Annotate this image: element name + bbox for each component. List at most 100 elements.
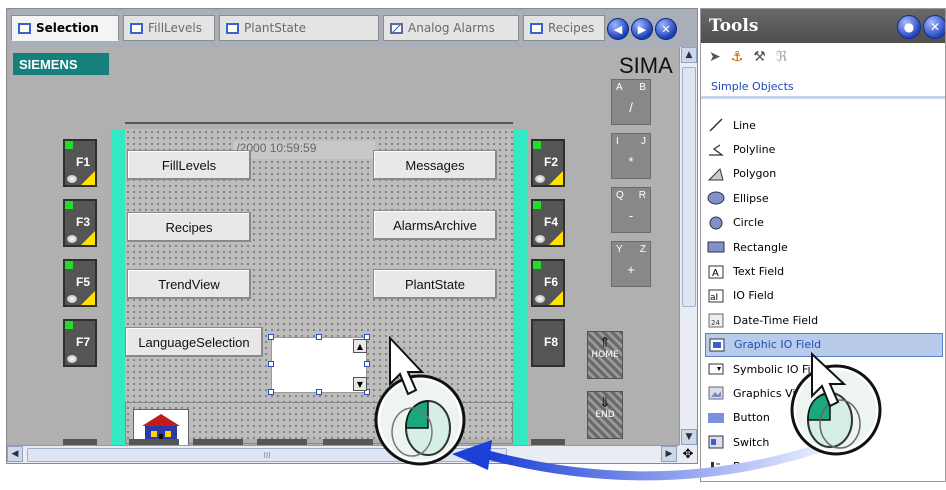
svg-text:aI: aI [710,293,718,303]
line-icon [707,117,725,133]
date-time-field-icon: 24 [707,312,725,328]
tool-item-bar[interactable]: Bar [705,454,943,478]
home-key[interactable]: ⇑ HOME [587,331,623,379]
horizontal-scroll-thumb[interactable]: III [27,448,507,462]
tool-item-text-field[interactable]: A Text Field [705,259,943,283]
screen-canvas[interactable]: SIEMENS SIMA ./2000 10:59:59 F1 F3 F5 F7… [7,47,679,445]
filllevels-button[interactable]: FillLevels [127,150,251,180]
tools-list: Line Polyline Polygon Ellipse Circle Rec… [705,113,943,479]
vertical-scrollbar[interactable]: ▲ ▼ [679,47,697,445]
function-key-f3[interactable]: F3 [63,199,97,247]
pin-icon[interactable]: ● [897,15,921,39]
scroll-down-icon[interactable]: ▼ [681,429,697,445]
tool-item-rectangle[interactable]: Rectangle [705,235,943,259]
section-simple-objects[interactable]: Simple Objects [701,77,945,99]
screen-icon [530,22,543,34]
function-key-f5[interactable]: F5 [63,259,97,307]
tools-panel: Tools ● ✕ ➤ ⚓ ⚒ ℜ Simple Objects Line Po… [700,8,946,482]
tool-item-button[interactable]: Button [705,406,943,430]
resize-handle[interactable] [316,389,322,395]
recipes-button[interactable]: Recipes [127,212,251,242]
tab-scroll-right-button[interactable]: ▶ [631,18,653,40]
screen-editor: Selection FillLevels PlantState Analog A… [6,8,698,464]
function-key-f6[interactable]: F6 [531,259,565,307]
spin-up-icon[interactable]: ▲ [353,339,367,353]
tab-selection[interactable]: Selection [11,15,119,41]
scroll-up-icon[interactable]: ▲ [681,47,697,63]
close-screen-button[interactable]: ✕ [655,18,677,40]
circle-icon [707,215,725,231]
languageselection-button[interactable]: LanguageSelection [125,327,263,357]
led-icon [535,175,545,183]
tool-item-io-field[interactable]: aI IO Field [705,284,943,308]
tool-item-graphics-view[interactable]: Graphics View [705,381,943,405]
scroll-left-icon[interactable]: ◀ [7,446,23,462]
tool-item-polyline[interactable]: Polyline [705,137,943,161]
screen-editor-window: Selection FillLevels PlantState Analog A… [0,0,946,490]
close-tools-button[interactable]: ✕ [923,15,945,39]
resize-handle[interactable] [268,361,274,367]
io-field-icon: aI [707,288,725,304]
anchor-icon[interactable]: ⚓ [731,49,744,71]
button-icon [707,410,725,426]
function-key-f8[interactable]: F8 [531,319,565,367]
horizontal-scrollbar[interactable]: ◀ III ▶ [7,445,679,463]
resize-handle[interactable] [268,389,274,395]
led-icon [67,235,77,243]
tool-item-date-time-field[interactable]: 24 Date-Time Field [705,308,943,332]
font-icon[interactable]: ℜ [776,49,787,71]
scroll-right-icon[interactable]: ▶ [661,446,677,462]
polygon-icon [707,166,725,182]
tab-analog-alarms[interactable]: Analog Alarms [383,15,519,41]
date-time-field[interactable]: ./2000 10:59:59 [233,141,375,159]
device-name-label: SIMA [619,53,673,78]
left-accent-bar [111,129,125,445]
ellipse-icon [707,190,725,206]
tool-item-graphic-io-field[interactable]: Graphic IO Field [705,332,943,357]
tool-item-switch[interactable]: Switch [705,430,943,454]
screen-icon [130,22,143,34]
tool-item-polygon[interactable]: Polygon [705,162,943,186]
divider [125,122,513,124]
keypad-key-ij[interactable]: I J * [611,133,651,179]
plantstate-button[interactable]: PlantState [373,269,497,299]
spin-down-icon[interactable]: ▼ [353,377,367,391]
led-icon [67,295,77,303]
resize-handle[interactable] [364,361,370,367]
tools-toolbar: ➤ ⚓ ⚒ ℜ [709,49,787,71]
vertical-scroll-thumb[interactable] [682,67,696,307]
keypad-key-yz[interactable]: Y Z + [611,241,651,287]
function-key-f4[interactable]: F4 [531,199,565,247]
svg-text:24: 24 [711,319,720,327]
tool-item-symbolic-io-field[interactable]: Symbolic IO Field [705,357,943,381]
pan-icon[interactable]: ✥ [679,445,697,463]
alarm-screen-icon [390,22,403,34]
tool-item-ellipse[interactable]: Ellipse [705,186,943,210]
function-key-f7[interactable]: F7 [63,319,97,367]
graphics-view-icon [707,385,725,401]
trendview-button[interactable]: TrendView [127,269,251,299]
led-icon [535,295,545,303]
function-key-f2[interactable]: F2 [531,139,565,187]
keypad-key-qr[interactable]: QR- [611,187,651,233]
pointer-icon[interactable]: ➤ [709,49,721,71]
tool-item-circle[interactable]: Circle [705,211,943,235]
tab-plantstate[interactable]: PlantState [219,15,379,41]
tab-recipes[interactable]: Recipes [523,15,605,41]
resize-handle[interactable] [268,334,274,340]
function-key-f1[interactable]: F1 [63,139,97,187]
right-accent-bar [513,129,527,445]
keypad-key-ab[interactable]: A B / [611,79,651,125]
tab-scroll-left-button[interactable]: ◀ [607,18,629,40]
alarmsarchive-button[interactable]: AlarmsArchive [373,210,497,240]
led-icon [67,175,77,183]
svg-text:A: A [712,268,719,279]
messages-button[interactable]: Messages [373,150,497,180]
tools-icon[interactable]: ⚒ [753,49,766,71]
end-key[interactable]: ⇓ END [587,391,623,439]
tool-item-line[interactable]: Line [705,113,943,137]
tab-filllevels[interactable]: FillLevels [123,15,215,41]
symbolic-io-field-icon [707,361,725,377]
resize-handle[interactable] [316,334,322,340]
siemens-logo: SIEMENS [13,53,109,75]
